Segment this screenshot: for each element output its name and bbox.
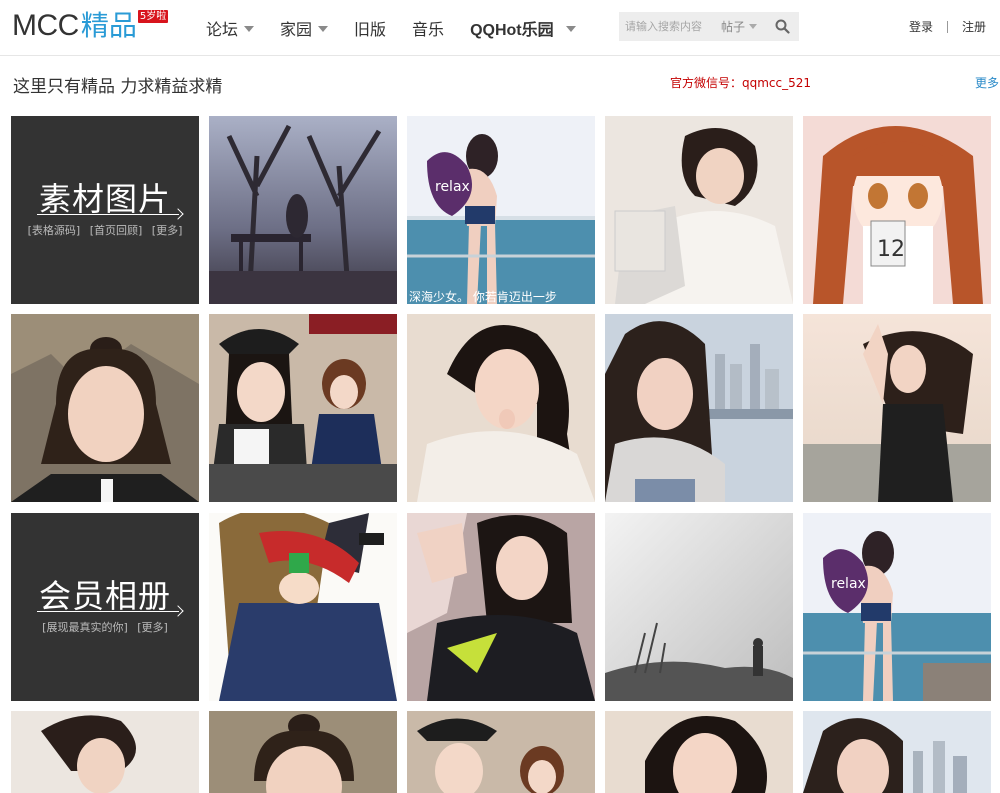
divider — [37, 611, 179, 612]
nav-label: 旧版 — [354, 20, 387, 39]
search-input[interactable] — [619, 12, 721, 41]
user-links: 登录 注册 — [909, 18, 986, 35]
photo-image — [605, 314, 793, 502]
photo-thumbnail[interactable] — [11, 314, 199, 502]
logo-badge: 5岁啦 — [137, 10, 169, 23]
chevron-down-icon — [318, 26, 329, 32]
logo-text: MCC — [12, 9, 79, 42]
chevron-down-icon — [749, 24, 758, 29]
register-link[interactable]: 注册 — [962, 18, 986, 35]
photo-image — [605, 711, 793, 793]
more-link[interactable]: 更多 — [975, 74, 999, 91]
photo-image — [407, 314, 595, 502]
chevron-down-icon — [244, 26, 255, 32]
photo-image: relax — [407, 116, 595, 304]
category-links: [表格源码] [首页回顾] [更多] — [11, 222, 199, 238]
page-title: 这里只有精品 力求精益求精 — [13, 77, 223, 97]
divider — [37, 214, 179, 215]
search-button[interactable] — [767, 12, 797, 41]
category-tile-member-album[interactable]: 会员相册 [展现最真实的你] [更多] — [11, 513, 199, 701]
login-link[interactable]: 登录 — [909, 18, 933, 35]
photo-image — [209, 314, 397, 502]
site-logo[interactable]: MCC 精品 5岁啦 — [12, 8, 169, 48]
search-type-label: 帖子 — [721, 20, 746, 34]
photo-thumbnail[interactable]: relax 深海少女。 你若肯迈出一步 — [407, 116, 595, 304]
photo-image — [209, 711, 397, 793]
photo-image: relax — [803, 513, 991, 701]
nav-label: 家园 — [280, 20, 313, 39]
photo-thumbnail[interactable] — [209, 711, 397, 793]
wechat-id: 官方微信号：qqmcc_521 — [670, 76, 812, 90]
nav-label: 论坛 — [206, 20, 239, 39]
photo-thumbnail[interactable] — [605, 314, 793, 502]
photo-image: 12 — [803, 116, 991, 304]
nav-label: QQHot乐园 — [470, 22, 554, 39]
category-link[interactable]: [展现最真实的你] — [42, 621, 128, 634]
photo-image — [209, 513, 397, 701]
nav-item-home[interactable]: 家园 — [280, 16, 329, 40]
photo-image — [209, 116, 397, 304]
chevron-down-icon — [565, 26, 576, 32]
photo-image — [605, 513, 793, 701]
category-link[interactable]: [更多] — [137, 621, 168, 634]
photo-thumbnail[interactable] — [605, 116, 793, 304]
category-link[interactable]: [表格源码] — [28, 224, 81, 237]
svg-text:relax: relax — [435, 179, 470, 195]
search-icon — [775, 19, 790, 34]
photo-thumbnail[interactable] — [803, 711, 991, 793]
photo-image — [11, 314, 199, 502]
photo-thumbnail[interactable] — [209, 513, 397, 701]
nav-item-music[interactable]: 音乐 — [412, 16, 444, 40]
category-link[interactable]: [更多] — [152, 224, 183, 237]
search-type-select[interactable]: 帖子 — [721, 18, 767, 35]
category-links: [展现最真实的你] [更多] — [11, 619, 199, 635]
photo-image — [407, 711, 595, 793]
nav-label: 音乐 — [412, 20, 445, 39]
svg-text:relax: relax — [831, 576, 866, 592]
photo-thumbnail[interactable]: relax — [803, 513, 991, 701]
photo-thumbnail[interactable] — [209, 314, 397, 502]
photo-thumbnail[interactable] — [605, 513, 793, 701]
search-bar: 帖子 — [619, 12, 799, 41]
photo-image — [605, 116, 793, 304]
photo-thumbnail[interactable] — [605, 711, 793, 793]
category-tile-materials[interactable]: 素材图片 [表格源码] [首页回顾] [更多] — [11, 116, 199, 304]
photo-thumbnail[interactable] — [407, 711, 595, 793]
photo-image — [407, 513, 595, 701]
main-nav: 论坛 家园 旧版 音乐 QQHot乐园 — [206, 0, 602, 56]
photo-thumbnail[interactable] — [407, 513, 595, 701]
photo-image — [803, 711, 991, 793]
nav-item-old-version[interactable]: 旧版 — [354, 16, 386, 40]
photo-thumbnail[interactable] — [11, 711, 199, 793]
nav-item-qqhot[interactable]: QQHot乐园 — [470, 16, 576, 40]
photo-thumbnail[interactable]: 12 — [803, 116, 991, 304]
logo-highlight: 精品 — [80, 9, 137, 42]
sub-header: 这里只有精品 力求精益求精 官方微信号：qqmcc_521 更多 — [0, 56, 1000, 108]
category-link[interactable]: [首页回顾] — [90, 224, 143, 237]
photo-thumbnail[interactable] — [803, 314, 991, 502]
nav-item-forum[interactable]: 论坛 — [206, 16, 255, 40]
photo-caption: 深海少女。 你若肯迈出一步 — [409, 290, 557, 304]
divider — [946, 20, 948, 33]
photo-thumbnail[interactable] — [209, 116, 397, 304]
svg-text:12: 12 — [877, 237, 905, 262]
photo-image — [803, 314, 991, 502]
top-bar: MCC 精品 5岁啦 论坛 家园 旧版 音乐 QQHot乐园 帖子 — [0, 0, 1000, 56]
photo-thumbnail[interactable] — [407, 314, 595, 502]
photo-image — [11, 711, 199, 793]
